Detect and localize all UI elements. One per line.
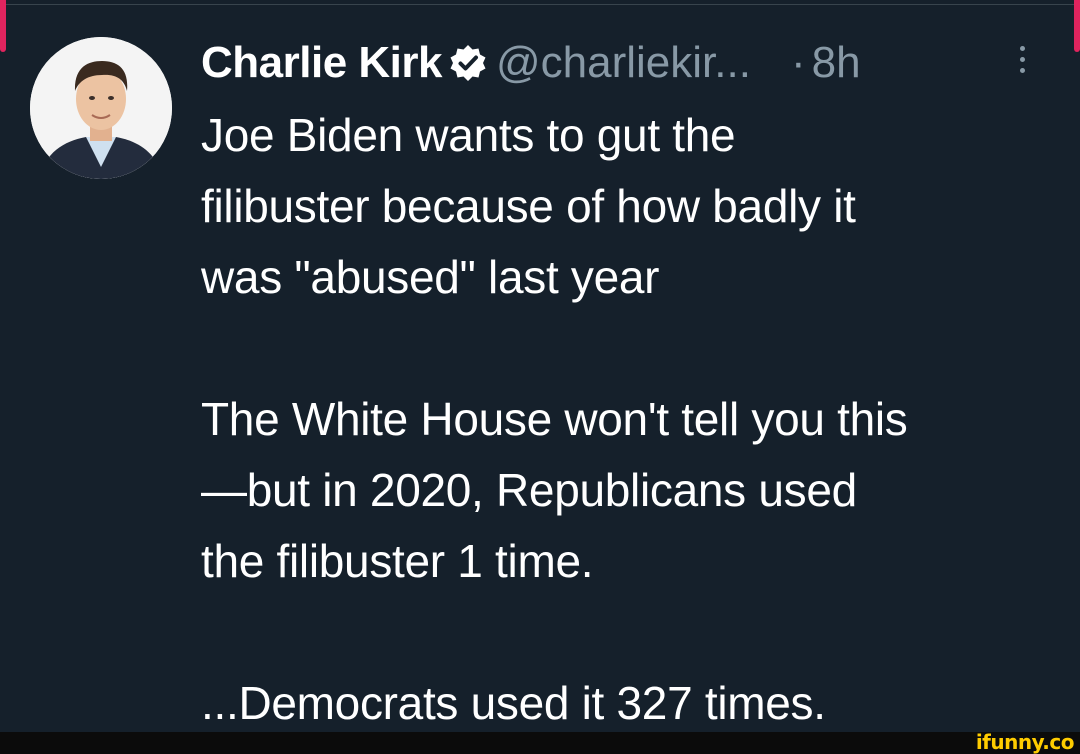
- tweet-line: filibuster because of how badly it: [201, 180, 856, 232]
- tweet-timestamp[interactable]: 8h: [812, 38, 861, 88]
- verified-badge-icon: [448, 43, 488, 83]
- tweet-line: the filibuster 1 time.: [201, 535, 594, 587]
- tweet-screen: Charlie Kirk @charliekir... · 8h Joe Bid…: [0, 0, 1080, 754]
- tweet-line: The White House won't tell you this: [201, 393, 908, 445]
- avatar[interactable]: [30, 37, 172, 179]
- top-divider: [0, 4, 1080, 5]
- tweet-header: Charlie Kirk @charliekir... · 8h: [201, 30, 861, 96]
- author-name[interactable]: Charlie Kirk: [201, 38, 442, 88]
- more-vertical-icon[interactable]: [1015, 46, 1029, 80]
- watermark-logo: ifunny.co: [975, 730, 1075, 754]
- header-separator: ·: [790, 38, 806, 87]
- footer-bar: [0, 732, 1080, 754]
- left-edge-marker: [0, 0, 6, 52]
- tweet-text: Joe Biden wants to gut the filibuster be…: [201, 100, 1061, 739]
- tweet-line: ...Democrats used it 327 times.: [201, 677, 826, 729]
- tweet-line: was "abused" last year: [201, 251, 660, 303]
- avatar-portrait: [30, 37, 172, 179]
- tweet-line: Joe Biden wants to gut the: [201, 109, 736, 161]
- author-handle[interactable]: @charliekir...: [496, 38, 751, 88]
- right-edge-marker: [1074, 0, 1080, 52]
- tweet-line: —but in 2020, Republicans used: [201, 464, 857, 516]
